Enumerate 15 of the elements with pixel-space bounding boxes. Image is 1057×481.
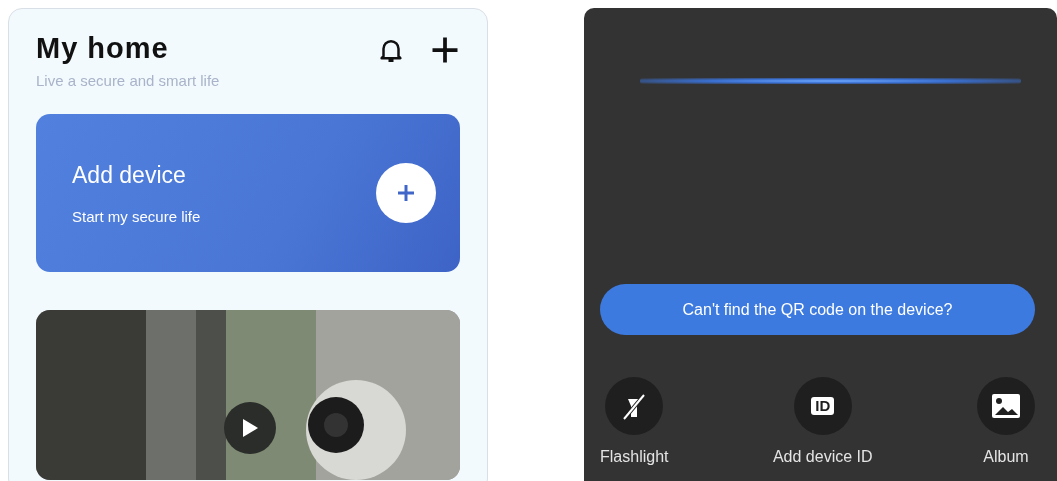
tool-label: Add device ID [772, 447, 873, 467]
card-subtitle: Start my secure life [72, 207, 201, 228]
page-title: My home [36, 31, 170, 66]
image-icon [991, 393, 1021, 419]
card-title: Add device [72, 160, 187, 190]
plus-icon [396, 183, 416, 204]
help-button[interactable]: Can't find the QR code on the device? [600, 284, 1035, 335]
add-id-button[interactable]: ID [793, 377, 852, 435]
id-icon: ID [811, 396, 835, 416]
add-icon[interactable] [430, 35, 460, 65]
tool-label: Flashlight [600, 447, 669, 467]
tool-label: Album [983, 447, 1029, 467]
page-subtitle: Live a secure and smart life [36, 70, 220, 91]
play-icon [241, 418, 259, 439]
add-device-card[interactable]: Add device Start my secure life [36, 114, 460, 273]
